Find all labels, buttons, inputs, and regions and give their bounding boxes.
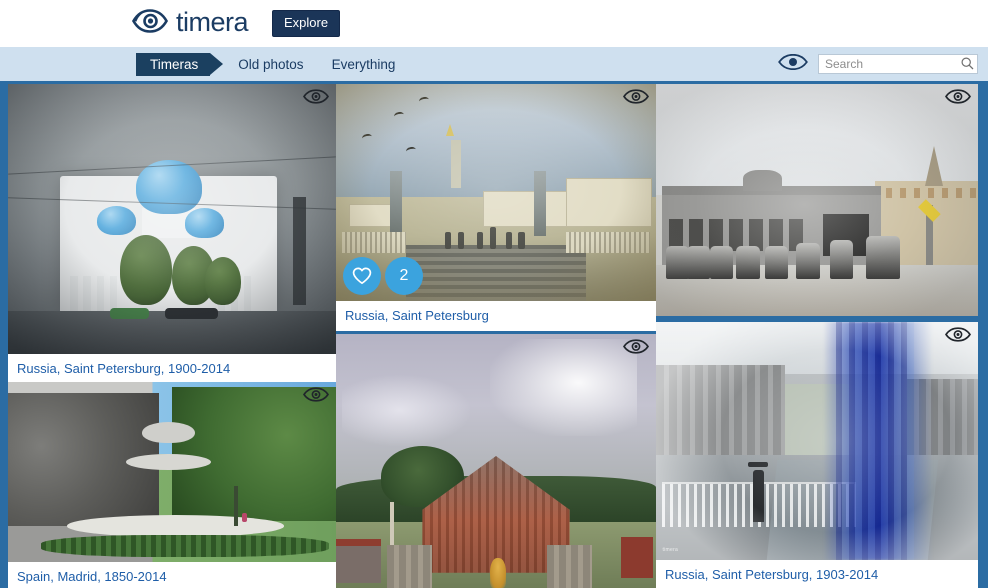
eye-icon[interactable] [778, 53, 808, 75]
card-caption: Russia, Saint Petersburg, 1900-2014 [8, 354, 336, 384]
photo-vintage-cars [656, 84, 978, 316]
eye-icon[interactable] [623, 89, 649, 109]
nav-right-group [778, 53, 978, 75]
card-barn-farm[interactable] [336, 334, 656, 588]
comment-count-badge[interactable]: 2 [385, 257, 423, 295]
eye-icon[interactable] [623, 339, 649, 359]
photo-barn-farm [336, 334, 656, 588]
like-button[interactable] [343, 257, 381, 295]
nav-tabs: Timeras Old photos Everything [136, 52, 410, 76]
card-canal-bridge[interactable]: 2 Russia, Saint Petersburg [336, 84, 656, 331]
eye-logo-icon [132, 9, 168, 38]
tab-timeras[interactable]: Timeras [136, 52, 224, 76]
main-navbar: Timeras Old photos Everything [0, 47, 988, 81]
photo-canal-embankment: timera [656, 322, 978, 560]
card-vintage-cars[interactable] [656, 84, 978, 316]
card-caption: Russia, Saint Petersburg, 1903-2014 [656, 560, 978, 588]
brand-name: timera [176, 6, 249, 37]
tab-old-photos[interactable]: Old photos [224, 53, 317, 76]
tab-everything[interactable]: Everything [318, 53, 410, 76]
card-photo[interactable]: timera [656, 322, 978, 560]
search-input[interactable] [818, 54, 978, 74]
card-photo[interactable] [8, 382, 336, 562]
card-photo[interactable] [8, 84, 336, 354]
brand-logo-link[interactable]: timera [132, 6, 249, 39]
eye-icon[interactable] [303, 89, 329, 109]
card-trinity-cathedral[interactable]: Russia, Saint Petersburg, 1900-2014 [8, 84, 336, 386]
card-photo[interactable]: 2 [336, 84, 656, 301]
card-canal-embankment[interactable]: timera Russia, Saint Petersburg, 1903-20… [656, 322, 978, 588]
eye-icon[interactable] [945, 89, 971, 109]
photo-madrid-fountain [8, 382, 336, 562]
card-madrid-fountain[interactable]: Spain, Madrid, 1850-2014 [8, 382, 336, 588]
eye-icon[interactable] [303, 387, 329, 407]
card-caption: Spain, Madrid, 1850-2014 [8, 562, 336, 588]
card-photo[interactable] [656, 84, 978, 316]
search-box [818, 54, 978, 74]
eye-icon[interactable] [945, 327, 971, 347]
card-caption: Russia, Saint Petersburg [336, 301, 656, 331]
heart-icon [352, 267, 372, 285]
photo-grid: Russia, Saint Petersburg, 1900-2014 2 Ru… [0, 81, 988, 588]
site-header: timera Explore [0, 0, 988, 47]
app-page: timera Explore Timeras Old photos Everyt… [0, 0, 988, 588]
card-stats: 2 [343, 257, 423, 295]
explore-button[interactable]: Explore [272, 9, 341, 38]
card-photo[interactable] [336, 334, 656, 588]
photo-trinity-cathedral [8, 84, 336, 354]
photo-watermark: timera [662, 546, 679, 553]
